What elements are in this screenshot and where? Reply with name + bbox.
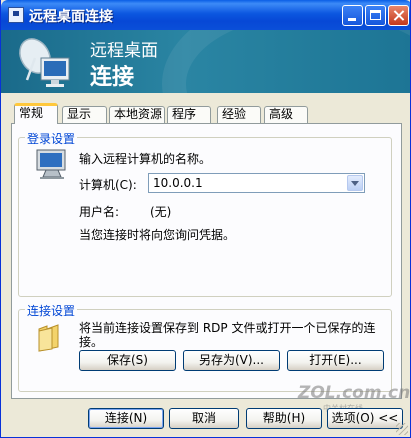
save-button[interactable]: 保存(S) xyxy=(79,350,176,371)
login-instruction: 输入远程计算机的名称。 xyxy=(79,152,212,166)
computer-combobox[interactable]: 10.0.0.1 xyxy=(148,173,365,193)
header-banner: 远程桌面 连接 xyxy=(1,30,410,93)
login-settings-legend: 登录设置 xyxy=(25,130,78,147)
connection-description-line1: 将当前连接设置保存到 RDP 文件或打开一个已保存的连 xyxy=(79,321,376,335)
minimize-button[interactable] xyxy=(342,5,363,26)
title-bar[interactable]: 远程桌面连接 xyxy=(1,0,410,30)
computer-label: 计算机(C): xyxy=(79,178,137,192)
connection-settings-legend: 连接设置 xyxy=(25,302,78,319)
tab-advanced[interactable]: 高级 xyxy=(264,106,308,123)
window-title: 远程桌面连接 xyxy=(29,9,113,25)
tab-local-resources[interactable]: 本地资源 xyxy=(109,106,165,123)
tab-programs[interactable]: 程序 xyxy=(167,106,211,123)
folder-icon xyxy=(38,324,59,352)
connection-description-line2: 接。 xyxy=(79,335,104,349)
username-label: 用户名: xyxy=(79,205,120,219)
connect-button[interactable]: 连接(N) xyxy=(88,408,164,429)
computer-monitor-icon xyxy=(36,149,66,179)
remote-desktop-window: 远程桌面连接 远程桌面 连接 常规 显示 本地资源 程序 经验 高级 登录设置 … xyxy=(0,0,411,438)
remote-desktop-icon xyxy=(8,7,24,23)
save-as-button[interactable]: 另存为(V)... xyxy=(183,350,280,371)
close-button[interactable] xyxy=(388,5,409,26)
tab-general[interactable]: 常规 xyxy=(14,103,58,124)
monitor-satellite-icon xyxy=(19,38,70,87)
cancel-button[interactable]: 取消 xyxy=(169,408,239,429)
help-button[interactable]: 帮助(H) xyxy=(246,408,322,429)
zol-watermark: ZOL.com.cn xyxy=(298,383,411,403)
resize-grip[interactable] xyxy=(396,423,408,435)
credentials-note: 当您连接时将向您询问凭据。 xyxy=(79,228,236,242)
banner-title: 远程桌面 xyxy=(90,41,158,61)
open-button[interactable]: 打开(E)... xyxy=(287,350,384,371)
tab-display[interactable]: 显示 xyxy=(62,106,107,123)
banner-subtitle: 连接 xyxy=(90,65,135,90)
computer-value[interactable]: 10.0.0.1 xyxy=(153,176,203,190)
username-value: (无) xyxy=(150,205,172,219)
options-button[interactable]: 选项(O) << xyxy=(327,408,403,429)
tab-experience[interactable]: 经验 xyxy=(217,106,261,123)
chevron-down-icon[interactable] xyxy=(347,175,363,191)
maximize-button[interactable] xyxy=(365,5,386,26)
